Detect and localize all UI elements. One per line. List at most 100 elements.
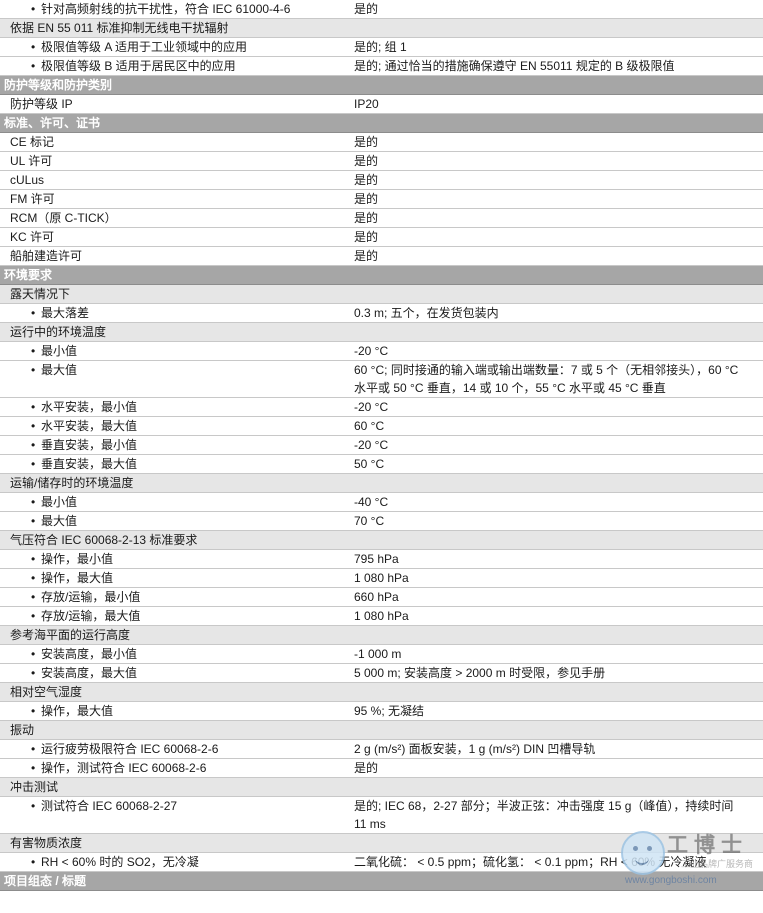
spec-row: • 针对高频射线的抗干扰性，符合 IEC 61000-4-6 是的 (0, 0, 763, 19)
bullet-icon: • (31, 344, 36, 358)
bullet-icon: • (31, 855, 36, 869)
spec-value: 60 °C (354, 419, 385, 433)
spec-label-text: 运输/储存时的环境温度 (10, 476, 134, 490)
bullet-icon: • (31, 571, 36, 585)
spec-value: IP20 (354, 97, 379, 111)
spec-value: 是的; 通过恰当的措施确保遵守 EN 55011 规定的 B 级极限值 (354, 59, 675, 73)
bullet-icon: • (31, 400, 36, 414)
bullet-icon: • (31, 514, 36, 528)
spec-value: 795 hPa (354, 552, 399, 566)
spec-value: 是的; 组 1 (354, 40, 407, 54)
spec-label: 依据 EN 55 011 标准抑制无线电干扰辐射 (0, 19, 343, 37)
spec-label: KC 许可 (0, 228, 343, 246)
spec-label-text: 水平安装，最小值 (41, 400, 138, 414)
spec-value: -20 °C (354, 438, 389, 452)
spec-label: 冲击测试 (0, 778, 343, 796)
group-header: 依据 EN 55 011 标准抑制无线电干扰辐射 (0, 19, 763, 38)
spec-row: • RH < 60% 时的 SO2，无冷凝 二氧化硫： < 0.5 ppm；硫化氢：… (0, 853, 763, 872)
spec-label: 有害物质浓度 (0, 834, 343, 852)
bullet-icon: • (31, 457, 36, 471)
spec-label-text: 操作，最大值 (41, 704, 114, 718)
spec-label: • 操作，最大值 (0, 702, 343, 720)
spec-value: 是的 (354, 211, 379, 225)
section-header: 标准、许可、证书 (0, 114, 763, 133)
spec-value (343, 683, 763, 701)
spec-value: 是的 (354, 230, 379, 244)
bullet-icon: • (31, 2, 36, 16)
spec-row: • 操作，最大值 95 %; 无凝结 (0, 702, 763, 721)
spec-label-text: CE 标记 (10, 135, 55, 149)
spec-value: 1 080 hPa (354, 609, 409, 623)
spec-label: • 垂直安装，最大值 (0, 455, 343, 473)
spec-value: 0.3 m; 五个，在发货包装内 (354, 306, 499, 320)
spec-value (343, 19, 763, 37)
spec-row: • 极限值等级 B 适用于居民区中的应用 是的; 通过恰当的措施确保遵守 EN 55… (0, 57, 763, 76)
spec-label-text: UL 许可 (10, 154, 53, 168)
spec-value (343, 323, 763, 341)
spec-row: FM 许可 是的 (0, 190, 763, 209)
spec-label: 参考海平面的运行高度 (0, 626, 343, 644)
bullet-icon: • (31, 495, 36, 509)
bullet-icon: • (31, 438, 36, 452)
spec-row: • 操作，最大值 1 080 hPa (0, 569, 763, 588)
group-header: 冲击测试 (0, 778, 763, 797)
spec-label-text: 气压符合 IEC 60068-2-13 标准要求 (10, 533, 198, 547)
spec-label-text: 振动 (10, 723, 35, 737)
spec-value: 2 g (m/s²) 面板安装，1 g (m/s²) DIN 凹槽导轨 (354, 742, 596, 756)
bullet-icon: • (31, 590, 36, 604)
spec-row: • 最小值 -40 °C (0, 493, 763, 512)
bullet-icon: • (31, 609, 36, 623)
spec-label-text: 存放/运输，最大值 (41, 609, 141, 623)
spec-label: 气压符合 IEC 60068-2-13 标准要求 (0, 531, 343, 549)
bullet-icon: • (31, 666, 36, 680)
spec-value: 二氧化硫： < 0.5 ppm；硫化氢： < 0.1 ppm；RH < 60% … (354, 855, 707, 869)
spec-label: • 最大落差 (0, 304, 343, 322)
spec-value: 是的 (354, 154, 379, 168)
spec-label-text: 操作，测试符合 IEC 60068-2-6 (41, 761, 207, 775)
bullet-icon: • (31, 552, 36, 566)
spec-label: • 操作，最小值 (0, 550, 343, 568)
spec-row: KC 许可 是的 (0, 228, 763, 247)
spec-row: • 运行疲劳极限符合 IEC 60068-2-6 2 g (m/s²) 面板安装，1… (0, 740, 763, 759)
spec-label: • 安装高度，最大值 (0, 664, 343, 682)
spec-value (343, 778, 763, 796)
group-header: 露天情况下 (0, 285, 763, 304)
section-header: 防护等级和防护类别 (0, 76, 763, 95)
spec-label-text: RCM（原 C-TICK） (10, 211, 117, 225)
spec-label-text: 参考海平面的运行高度 (10, 628, 131, 642)
spec-label: • 安装高度，最小值 (0, 645, 343, 663)
spec-label: FM 许可 (0, 190, 343, 208)
spec-value (343, 531, 763, 549)
spec-label-text: 安装高度，最小值 (41, 647, 138, 661)
spec-label: • 水平安装，最大值 (0, 417, 343, 435)
bullet-icon: • (31, 761, 36, 775)
spec-label-text: 最小值 (41, 344, 78, 358)
spec-value: 60 °C; 同时接通的输入端或输出端数量：7 或 5 个（无相邻接头），60 … (354, 363, 739, 395)
bullet-icon: • (31, 742, 36, 756)
bullet-icon: • (31, 647, 36, 661)
spec-row: • 最大值 70 °C (0, 512, 763, 531)
spec-row: • 水平安装，最大值 60 °C (0, 417, 763, 436)
spec-row: 船舶建造许可 是的 (0, 247, 763, 266)
spec-label: 相对空气湿度 (0, 683, 343, 701)
spec-label: • 垂直安装，最小值 (0, 436, 343, 454)
spec-row: • 存放/运输，最大值 1 080 hPa (0, 607, 763, 626)
spec-label: 运行中的环境温度 (0, 323, 343, 341)
spec-label: 振动 (0, 721, 343, 739)
spec-row: • 安装高度，最大值 5 000 m; 安装高度 > 2000 m 时受限，参见手册 (0, 664, 763, 683)
spec-label-text: 露天情况下 (10, 287, 71, 301)
spec-label-text: 极限值等级 A 适用于工业领域中的应用 (41, 40, 248, 54)
spec-label-text: 有害物质浓度 (10, 836, 83, 850)
spec-label-text: 防护等级和防护类别 (4, 78, 113, 92)
spec-label: • 操作，最大值 (0, 569, 343, 587)
spec-label-text: 针对高频射线的抗干扰性，符合 IEC 61000-4-6 (41, 2, 291, 16)
spec-label-text: FM 许可 (10, 192, 55, 206)
spec-label: • 水平安装，最小值 (0, 398, 343, 416)
spec-row: • 垂直安装，最小值 -20 °C (0, 436, 763, 455)
bullet-icon: • (31, 306, 36, 320)
spec-row: cULus 是的 (0, 171, 763, 190)
spec-label: • 存放/运输，最小值 (0, 588, 343, 606)
spec-label-text: 防护等级 IP (10, 97, 73, 111)
spec-label-text: 最大落差 (41, 306, 90, 320)
spec-label-text: 垂直安装，最大值 (41, 457, 138, 471)
